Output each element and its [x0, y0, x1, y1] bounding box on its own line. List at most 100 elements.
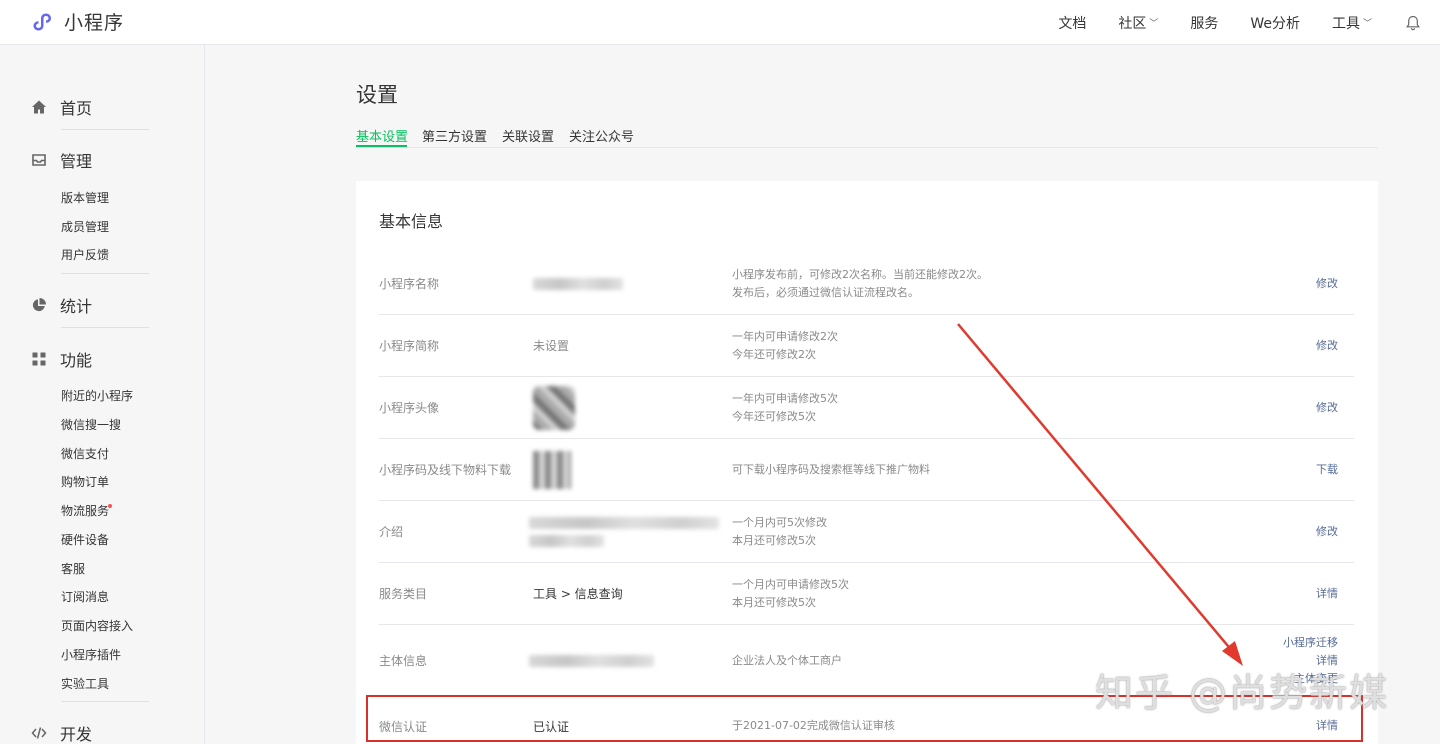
top-nav: 文档 社区 ﹀ 服务 We分析 工具 ﹀ — [1026, 0, 1422, 45]
divider — [61, 129, 149, 130]
download-link[interactable]: 下载 — [1316, 461, 1338, 479]
home-icon — [32, 100, 46, 114]
qr-code-image — [533, 439, 571, 500]
nav-services-label: 服务 — [1190, 15, 1219, 32]
row-label: 介绍 — [379, 525, 404, 539]
sidebar-item-hardware[interactable]: 硬件设备 — [61, 531, 109, 548]
row-desc: 一年内可申请修改2次 今年还可修改2次 — [732, 315, 838, 376]
sidebar-item-pay[interactable]: 微信支付 — [61, 445, 109, 462]
row-desc-line: 企业法人及个体工商户 — [732, 653, 842, 667]
row-desc-line: 一个月内可申请修改5次 — [732, 577, 849, 591]
tab-third-party[interactable]: 第三方设置 — [422, 126, 487, 145]
row-desc: 小程序发布前，可修改2次名称。当前还能修改2次。 发布后，必须通过微信认证流程改… — [732, 253, 988, 314]
sidebar-item-stats[interactable]: 统计 — [31, 293, 92, 317]
pie-chart-icon — [32, 298, 46, 312]
info-row-intro: 介绍 一个月内可5次修改 本月还可修改5次 修改 — [379, 501, 1354, 563]
top-bar: 小程序 文档 社区 ﹀ 服务 We分析 工具 ﹀ — [0, 0, 1440, 45]
sidebar-item-version[interactable]: 版本管理 — [61, 189, 109, 206]
sidebar-item-plugins[interactable]: 小程序插件 — [61, 646, 121, 663]
details-link[interactable]: 详情 — [1316, 585, 1338, 603]
settings-tabs: 基本设置 第三方设置 关联设置 关注公众号 — [356, 124, 1378, 148]
nav-services[interactable]: 服务 — [1190, 13, 1218, 33]
tab-follow-official[interactable]: 关注公众号 — [569, 126, 634, 145]
sidebar-home-label: 首页 — [60, 99, 93, 118]
edit-link[interactable]: 修改 — [1316, 523, 1338, 541]
row-label: 主体信息 — [379, 654, 428, 668]
card-title: 基本信息 — [379, 212, 444, 231]
info-row-name: 小程序名称 小程序发布前，可修改2次名称。当前还能修改2次。 发布后，必须通过微… — [379, 253, 1354, 315]
row-desc-line: 小程序发布前，可修改2次名称。当前还能修改2次。 — [732, 267, 988, 281]
chevron-down-icon: ﹀ — [1362, 19, 1372, 29]
row-value: 未设置 — [533, 339, 570, 353]
active-tab-indicator — [356, 145, 407, 147]
row-actions: 详情 — [1316, 697, 1338, 744]
sidebar-section-manage[interactable]: 管理 — [31, 148, 92, 172]
tab-basic[interactable]: 基本设置 — [356, 126, 408, 145]
info-row-avatar: 小程序头像 一年内可申请修改5次 今年还可修改5次 修改 — [379, 377, 1354, 439]
miniprogram-logo-icon — [33, 13, 51, 30]
row-actions: 小程序迁移 详情 主体变更 — [1283, 625, 1338, 696]
details-link[interactable]: 详情 — [1316, 717, 1338, 735]
sidebar-item-subscribe[interactable]: 订阅消息 — [61, 588, 109, 605]
bell-icon[interactable] — [1404, 14, 1422, 32]
logo[interactable]: 小程序 — [31, 8, 124, 35]
nav-docs[interactable]: 文档 — [1058, 13, 1086, 33]
sidebar-item-search[interactable]: 微信搜一搜 — [61, 416, 121, 433]
new-badge-dot — [108, 504, 112, 508]
brand-name: 小程序 — [64, 12, 125, 34]
row-label: 服务类目 — [379, 587, 428, 601]
sidebar-item-members[interactable]: 成员管理 — [61, 218, 109, 235]
row-actions: 修改 — [1316, 315, 1338, 376]
row-label: 小程序简称 — [379, 339, 440, 353]
divider — [61, 273, 149, 274]
grid-icon — [32, 352, 46, 366]
row-desc-line: 一年内可申请修改5次 — [732, 391, 838, 405]
sidebar-item-page-content[interactable]: 页面内容接入 — [61, 617, 133, 634]
row-desc-line: 可下载小程序码及搜索框等线下推广物料 — [732, 462, 930, 476]
sidebar-item-orders[interactable]: 购物订单 — [61, 473, 109, 490]
row-desc: 于2021-07-02完成微信认证审核 — [732, 697, 895, 744]
sidebar-item-dev[interactable]: 开发 — [31, 721, 92, 744]
sidebar-item-lab[interactable]: 实验工具 — [61, 675, 109, 692]
row-desc-line: 于2021-07-02完成微信认证审核 — [732, 719, 895, 732]
info-row-entity: 主体信息 企业法人及个体工商户 小程序迁移 详情 主体变更 — [379, 625, 1354, 697]
row-actions: 详情 — [1316, 563, 1338, 624]
sidebar-item-nearby[interactable]: 附近的小程序 — [61, 387, 133, 404]
sidebar-item-home[interactable]: 首页 — [31, 95, 92, 119]
chevron-down-icon: ﹀ — [1149, 19, 1159, 29]
edit-link[interactable]: 修改 — [1316, 337, 1338, 355]
sidebar-stats-label: 统计 — [60, 297, 93, 316]
details-link[interactable]: 详情 — [1316, 652, 1338, 670]
row-desc: 一个月内可申请修改5次 本月还可修改5次 — [732, 563, 849, 624]
sidebar-manage-label: 管理 — [60, 152, 93, 171]
sidebar-dev-label: 开发 — [60, 725, 93, 744]
page-title: 设置 — [356, 83, 398, 107]
row-desc-line: 一个月内可5次修改 — [732, 515, 827, 529]
row-value: 工具 > 信息查询 — [533, 587, 623, 601]
row-value-blurred — [529, 501, 719, 562]
edit-link[interactable]: 修改 — [1316, 275, 1338, 293]
row-label: 小程序名称 — [379, 277, 440, 291]
edit-link[interactable]: 修改 — [1316, 399, 1338, 417]
row-desc-line: 发布后，必须通过微信认证流程改名。 — [732, 285, 919, 299]
sidebar-features-label: 功能 — [60, 351, 93, 370]
row-actions: 修改 — [1316, 253, 1338, 314]
row-desc-line: 今年还可修改5次 — [732, 409, 816, 423]
code-icon — [31, 727, 47, 739]
migrate-link[interactable]: 小程序迁移 — [1283, 634, 1338, 652]
nav-community-label: 社区 — [1118, 15, 1147, 32]
nav-tools[interactable]: 工具 ﹀ — [1332, 13, 1372, 33]
nav-we-analytics[interactable]: We分析 — [1250, 13, 1300, 33]
info-row-category: 服务类目 工具 > 信息查询 一个月内可申请修改5次 本月还可修改5次 详情 — [379, 563, 1354, 625]
row-desc-line: 今年还可修改2次 — [732, 347, 816, 361]
entity-change-link[interactable]: 主体变更 — [1294, 670, 1338, 688]
info-row-verification: 微信认证 已认证 于2021-07-02完成微信认证审核 详情 — [379, 697, 1354, 744]
sidebar-item-feedback[interactable]: 用户反馈 — [61, 246, 109, 263]
nav-community[interactable]: 社区 ﹀ — [1118, 13, 1158, 33]
sidebar-item-logistics[interactable]: 物流服务 — [61, 502, 109, 519]
sidebar-section-features[interactable]: 功能 — [31, 347, 92, 371]
nav-docs-label: 文档 — [1058, 15, 1087, 32]
row-desc: 企业法人及个体工商户 — [732, 625, 842, 696]
sidebar-item-service[interactable]: 客服 — [61, 560, 85, 577]
tab-association[interactable]: 关联设置 — [502, 126, 554, 145]
